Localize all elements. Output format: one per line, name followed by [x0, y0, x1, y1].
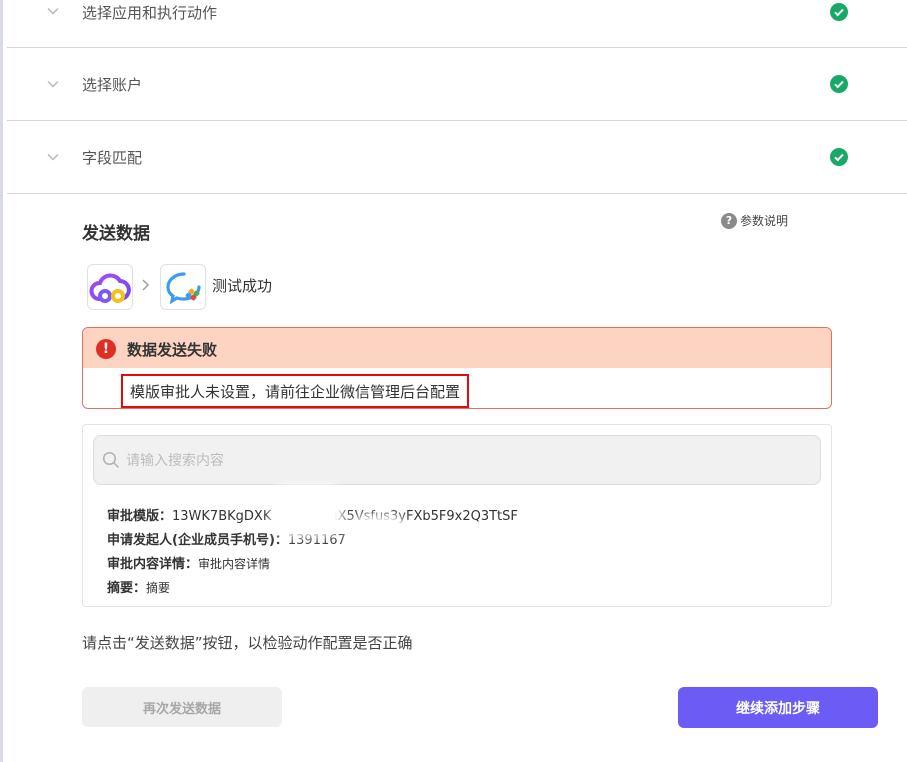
section-title: 发送数据 [82, 224, 150, 244]
left-divider [0, 0, 3, 762]
field-initiator: 申请发起人(企业成员手机号)：1391167 [107, 529, 346, 548]
data-preview-panel: 审批模版：13WK7BKgDXK nX5Vsfus3yFXb5F9x2Q3TtSF… [82, 424, 832, 607]
field-key: 摘要： [107, 581, 147, 596]
help-link[interactable]: ? 参数说明 [721, 212, 788, 229]
field-summary: 摘要：摘要 [107, 577, 170, 596]
cloud-app-icon [87, 264, 133, 310]
resend-data-button[interactable]: 再次发送数据 [82, 687, 282, 727]
search-box[interactable] [93, 435, 821, 485]
alert-title: 数据发送失败 [127, 341, 218, 359]
step-label: 选择账户 [82, 76, 143, 94]
field-value: 13WK7BKgDXK [172, 509, 272, 524]
error-icon: ! [96, 339, 116, 359]
field-key: 申请发起人(企业成员手机号)： [107, 533, 288, 548]
step-select-account[interactable]: 选择账户 [7, 48, 907, 121]
step-label: 选择应用和执行动作 [82, 4, 218, 22]
hint-text: 请点击“发送数据”按钮，以检验动作配置是否正确 [82, 634, 413, 652]
check-circle-icon [830, 148, 848, 166]
field-value: 摘要 [146, 581, 171, 595]
alert-header: ! 数据发送失败 [83, 328, 831, 368]
step-label: 字段匹配 [82, 149, 143, 167]
redaction-blur [355, 523, 401, 553]
error-alert: ! 数据发送失败 模版审批人未设置，请前往企业微信管理后台配置 [82, 327, 832, 409]
search-input[interactable] [124, 448, 808, 474]
redaction-blur [279, 493, 335, 529]
step-field-mapping[interactable]: 字段匹配 [7, 121, 907, 194]
check-circle-icon [830, 75, 848, 93]
chevron-down-icon[interactable] [45, 3, 61, 19]
field-value-tail: nX5Vsfus3yFXb5F9x2Q3TtSF [329, 509, 518, 524]
wecom-icon [160, 264, 206, 310]
field-detail: 审批内容详情：审批内容详情 [107, 553, 270, 572]
check-circle-icon [830, 3, 848, 21]
chevron-down-icon[interactable] [45, 149, 61, 165]
field-key: 审批内容详情： [107, 557, 199, 572]
test-status: 测试成功 [212, 277, 273, 295]
field-value: 1391167 [287, 533, 346, 548]
alert-message: 模版审批人未设置，请前往企业微信管理后台配置 [121, 374, 470, 408]
chevron-down-icon[interactable] [45, 76, 61, 92]
field-value: 审批内容详情 [198, 557, 271, 571]
field-key: 审批模版： [107, 509, 173, 524]
continue-add-step-button[interactable]: 继续添加步骤 [678, 687, 878, 728]
search-icon [102, 451, 119, 468]
chevron-right-icon [142, 279, 149, 291]
question-icon: ? [721, 212, 737, 229]
step-select-app[interactable]: 选择应用和执行动作 [7, 0, 907, 48]
help-label: 参数说明 [740, 214, 789, 228]
